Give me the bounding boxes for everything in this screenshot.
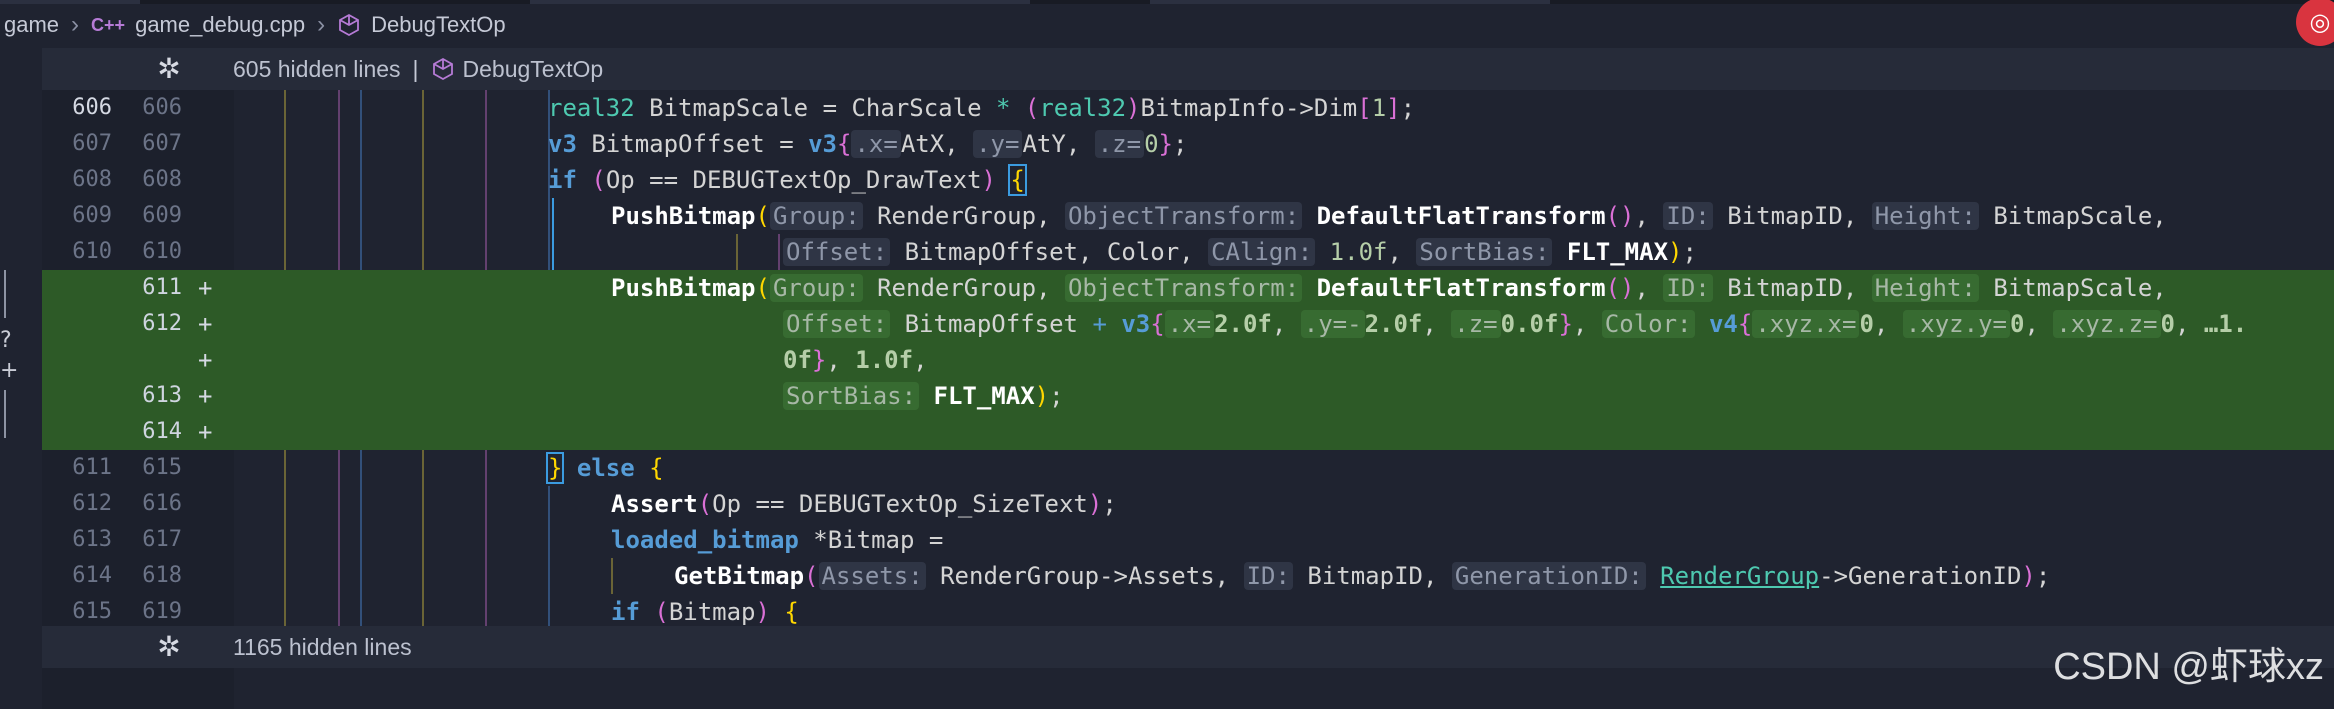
diff-marker-icon: ? (0, 328, 12, 353)
diff-editor[interactable]: 606 606 real32 BitmapScale = CharScale *… (42, 90, 2334, 626)
notification-icon[interactable]: ◎ (2296, 0, 2334, 46)
breadcrumb: game › C++ game_debug.cpp › DebugTextOp … (0, 0, 2334, 46)
breadcrumb-item-symbol[interactable]: DebugTextOp (371, 12, 506, 38)
code-line-added[interactable]: 614 + (42, 414, 2334, 450)
old-line-number: 615 (72, 599, 112, 624)
new-line-number: 619 (142, 599, 182, 624)
fold-label: 1165 hidden lines (233, 633, 412, 660)
old-line-number: 613 (72, 527, 112, 552)
code-text: PushBitmap(Group: RenderGroup, ObjectTra… (611, 274, 2167, 302)
code-line-added[interactable]: + 0f}, 1.0f, (42, 342, 2334, 378)
new-line-number: 614 (142, 419, 182, 444)
diff-gutter-markers: ? + (0, 270, 20, 450)
new-line-number: 610 (142, 239, 182, 264)
fold-label: 605 hidden lines | DebugTextOp (233, 55, 604, 82)
old-line-number: 606 (72, 95, 112, 120)
cube-icon (432, 57, 453, 80)
symbol-link[interactable]: RenderGroup (1660, 562, 1819, 590)
code-text: Offset: BitmapOffset + v3{.x= 2.0f, .y=- 2… (783, 306, 2247, 342)
code-line[interactable]: 607 607 v3 BitmapOffset = v3{.x= AtX, .y=… (42, 126, 2334, 162)
code-line[interactable]: 612 616 Assert(Op == DEBUGTextOp_SizeTex… (42, 486, 2334, 522)
chevron-right-icon: › (317, 11, 326, 38)
gutter-bottom (42, 668, 234, 709)
new-line-number: 607 (142, 131, 182, 156)
hidden-lines-fold-top[interactable]: ✲ 605 hidden lines | DebugTextOp (42, 48, 2334, 90)
code-text: loaded_bitmap *Bitmap = (611, 526, 944, 554)
code-text: SortBias: FLT_MAX); (783, 378, 1064, 414)
code-text: } else { (545, 452, 664, 484)
code-text: Assert(Op == DEBUGTextOp_SizeText); (611, 490, 1117, 518)
new-line-number: 609 (142, 203, 182, 228)
breadcrumb-item-file[interactable]: game_debug.cpp (135, 12, 305, 38)
code-text: 0f}, 1.0f, (783, 346, 928, 374)
cpp-file-icon: C++ (91, 14, 126, 35)
code-line[interactable]: 610 610 Offset: BitmapOffset, Color, CAl… (42, 234, 2334, 270)
code-line[interactable]: 608 608 if (Op == DEBUGTextOp_DrawText) … (42, 162, 2334, 198)
new-line-number: 608 (142, 167, 182, 192)
hidden-lines-fold-bottom[interactable]: ✲ 1165 hidden lines (42, 626, 2334, 668)
added-line-marker: + (198, 418, 213, 446)
code-line-added[interactable]: 612 + Offset: BitmapOffset + v3{.x= 2.0f,… (42, 306, 2334, 342)
added-line-marker: + (198, 274, 213, 302)
old-line-number: 611 (72, 455, 112, 480)
old-line-number: 614 (72, 563, 112, 588)
code-line-added[interactable]: 611 + PushBitmap(Group: RenderGroup, Obj… (42, 270, 2334, 306)
new-line-number: 606 (142, 95, 182, 120)
old-line-number: 612 (72, 491, 112, 516)
code-text: Offset: BitmapOffset, Color, CAlign: 1.0… (783, 234, 1697, 270)
code-text: GetBitmap(Assets: RenderGroup->Assets, I… (674, 562, 2051, 590)
code-text: if (Op == DEBUGTextOp_DrawText) { (548, 164, 1027, 196)
code-text: PushBitmap(Group: RenderGroup, ObjectTra… (611, 202, 2167, 230)
new-line-number: 611 (142, 275, 182, 300)
new-line-number: 618 (142, 563, 182, 588)
unfold-icon[interactable]: ✲ (154, 632, 184, 662)
unfold-icon[interactable]: ✲ (154, 54, 184, 84)
new-line-number: 613 (142, 383, 182, 408)
added-line-marker: + (198, 382, 213, 410)
code-line[interactable]: 614 618 GetBitmap(Assets: RenderGroup->A… (42, 558, 2334, 594)
new-line-number: 615 (142, 455, 182, 480)
code-line[interactable]: 611 615 } else { (42, 450, 2334, 486)
editor-bottom (234, 668, 2334, 709)
old-line-number: 610 (72, 239, 112, 264)
old-line-number: 607 (72, 131, 112, 156)
added-line-marker: + (198, 310, 213, 338)
code-line[interactable]: 615 619 if (Bitmap) { (42, 594, 2334, 626)
code-text: real32 BitmapScale = CharScale * (real32… (548, 94, 1416, 122)
old-line-number: 609 (72, 203, 112, 228)
watermark: CSDN @虾球xz (2053, 646, 2324, 688)
code-line[interactable]: 609 609 PushBitmap(Group: RenderGroup, O… (42, 198, 2334, 234)
code-line[interactable]: 606 606 real32 BitmapScale = CharScale *… (42, 90, 2334, 126)
new-line-number: 617 (142, 527, 182, 552)
breadcrumb-item-folder[interactable]: game (4, 12, 59, 38)
code-text: if (Bitmap) { (611, 598, 799, 626)
chevron-right-icon: › (71, 11, 80, 38)
new-line-number: 612 (142, 311, 182, 336)
added-line-marker: + (198, 346, 213, 374)
cube-icon (339, 13, 360, 37)
new-line-number: 616 (142, 491, 182, 516)
code-text: v3 BitmapOffset = v3{.x= AtX, .y= AtY, .z=… (548, 130, 1188, 158)
diff-marker-icon: + (0, 358, 19, 383)
code-line-added[interactable]: 613 + SortBias: FLT_MAX); (42, 378, 2334, 414)
old-line-number: 608 (72, 167, 112, 192)
code-line[interactable]: 613 617 loaded_bitmap *Bitmap = (42, 522, 2334, 558)
